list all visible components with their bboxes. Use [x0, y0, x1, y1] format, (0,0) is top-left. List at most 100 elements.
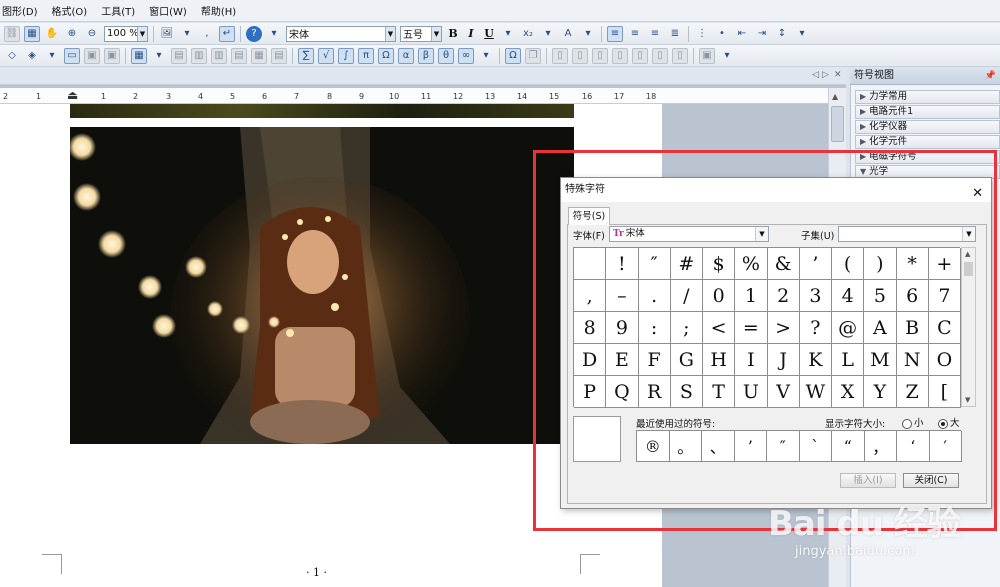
ruler-label: 18	[646, 92, 657, 101]
decrease-indent-icon[interactable]: ⇤	[734, 26, 750, 42]
arrange-icon[interactable]: ▯	[612, 47, 628, 64]
italic-button[interactable]: I	[463, 26, 479, 42]
expand-icon: ▶	[860, 137, 867, 146]
formula-icon[interactable]: √	[318, 47, 334, 64]
table-split-icon[interactable]: ▦	[251, 47, 267, 64]
ruler-label: 10	[389, 92, 400, 101]
chevron-down-icon[interactable]: ▾	[540, 26, 556, 42]
zoom-select[interactable]: 100 % ▼	[104, 25, 148, 42]
font-color-icon[interactable]: A	[560, 26, 576, 42]
copy-icon[interactable]: ❐	[525, 47, 541, 64]
menu-graphics[interactable]: 图形(D)	[2, 3, 38, 18]
chevron-down-icon[interactable]: ▾	[266, 26, 282, 42]
arrange-icon[interactable]: ▯	[632, 47, 648, 64]
chevron-down-icon[interactable]: ▾	[794, 26, 810, 42]
scroll-up-icon[interactable]: ▲	[832, 92, 838, 101]
panel-category-chem-components[interactable]: ▶ 化学元件	[855, 135, 1000, 149]
next-doc-icon[interactable]: ▷	[822, 70, 829, 80]
align-center-icon[interactable]: ≡	[627, 26, 643, 42]
font-size-select[interactable]: 五号 ▼	[400, 25, 442, 42]
pin-icon[interactable]: 📌	[985, 67, 996, 85]
insert-image-icon[interactable]: 🖼	[159, 26, 175, 42]
formula-icon[interactable]: ∞	[458, 47, 474, 64]
ruler-label: 15	[549, 92, 560, 101]
table-grid-icon[interactable]: ▦	[24, 25, 40, 42]
toolbar-separator	[240, 25, 241, 42]
menu-format[interactable]: 格式(O)	[52, 3, 88, 18]
ruler-label: 11	[421, 92, 432, 101]
shape-icon[interactable]: ◇	[4, 48, 20, 64]
arrange-icon[interactable]: ▯	[572, 47, 588, 64]
symbol-view-icon[interactable]: Ω	[505, 47, 521, 64]
panel-category-chem-instruments[interactable]: ▶ 化学仪器	[855, 120, 1000, 134]
justify-icon[interactable]: ≣	[667, 26, 683, 42]
ruler-label: 3	[166, 92, 172, 101]
align-left-icon[interactable]: ≡	[607, 25, 623, 42]
zoom-out-icon[interactable]: ⊖	[84, 26, 100, 42]
fill-bucket-icon[interactable]: ◈	[24, 48, 40, 64]
comma-icon[interactable]: ,	[199, 26, 215, 42]
frame-icon[interactable]: ▣	[84, 47, 100, 64]
table-merge-icon[interactable]: ▤	[231, 47, 247, 64]
align-right-icon[interactable]: ≡	[647, 26, 663, 42]
formula-icon[interactable]: β	[418, 47, 434, 64]
toolbar-separator	[125, 47, 126, 64]
zoom-in-icon[interactable]: ⊕	[64, 26, 80, 42]
chevron-down-icon[interactable]: ▾	[478, 48, 494, 64]
window-icon[interactable]: ▭	[64, 47, 80, 64]
arrange-icon[interactable]: ▯	[652, 47, 668, 64]
document-photo[interactable]	[70, 127, 574, 444]
formula-icon[interactable]: α	[398, 47, 414, 64]
category-label: 力学常用	[869, 91, 908, 102]
chevron-down-icon[interactable]: ▾	[500, 26, 516, 42]
chevron-down-icon[interactable]: ▾	[580, 26, 596, 42]
frame-icon[interactable]: ▣	[104, 47, 120, 64]
help-icon[interactable]: ?	[246, 25, 262, 42]
chevron-down-icon[interactable]: ▾	[179, 26, 195, 42]
bullet-list-icon[interactable]: •	[714, 26, 730, 42]
close-icon[interactable]: ✕	[834, 70, 842, 80]
formula-icon[interactable]: π	[358, 47, 374, 64]
standard-toolbar: ⛓ ▦ ✋ ⊕ ⊖ 100 % ▼ 🖼 ▾ , ↵ ? ▾ 宋体 ▼ 五号 ▼ B I…	[0, 23, 1000, 45]
link-icon[interactable]: ⛓	[4, 25, 20, 42]
menu-tools[interactable]: 工具(T)	[101, 3, 135, 18]
toolbar-separator	[153, 25, 154, 42]
increase-indent-icon[interactable]: ⇥	[754, 26, 770, 42]
paragraph-mark-icon[interactable]: ↵	[219, 25, 235, 42]
formula-icon[interactable]: ∑	[298, 47, 314, 64]
scroll-thumb[interactable]	[831, 106, 844, 142]
menu-window[interactable]: 窗口(W)	[149, 3, 187, 18]
chevron-down-icon[interactable]: ▾	[44, 48, 60, 64]
panel-category-mechanics[interactable]: ▶ 力学常用	[855, 90, 1000, 104]
table-icon[interactable]: ▦	[131, 47, 147, 64]
chevron-down-icon[interactable]: ▾	[719, 48, 735, 64]
menu-help[interactable]: 帮助(H)	[201, 3, 236, 18]
formula-icon[interactable]: θ	[438, 47, 454, 64]
formula-icon[interactable]: Ω	[378, 47, 394, 64]
indent-marker-icon[interactable]: ⏏	[67, 88, 78, 102]
panel-category-circuit[interactable]: ▶ 电路元件1	[855, 105, 1000, 119]
prev-doc-icon[interactable]: ◁	[812, 70, 819, 80]
chevron-down-icon: ▼	[431, 26, 441, 41]
formula-icon[interactable]: ∫	[338, 47, 354, 64]
table-insert-row-icon[interactable]: ▥	[191, 47, 207, 64]
line-spacing-icon[interactable]: ↕	[774, 26, 790, 42]
table-delete-icon[interactable]: ▤	[271, 47, 287, 64]
hand-icon[interactable]: ✋	[44, 26, 60, 42]
arrange-icon[interactable]: ▯	[672, 47, 688, 64]
table-edit-icon[interactable]: ▤	[171, 47, 187, 64]
ruler-label: 17	[614, 92, 625, 101]
group-icon[interactable]: ▣	[699, 47, 715, 64]
horizontal-ruler[interactable]: 2 1 ⏏ 1 2 3 4 5 6 7 8 9 10 11 12 13 14 1…	[0, 88, 830, 104]
chevron-down-icon: ▼	[385, 26, 395, 41]
chevron-down-icon[interactable]: ▾	[151, 48, 167, 64]
font-name-select[interactable]: 宋体 ▼	[286, 25, 396, 42]
bold-button[interactable]: B	[445, 26, 461, 42]
arrange-icon[interactable]: ▯	[592, 47, 608, 64]
subscript-icon[interactable]: x₂	[520, 26, 536, 42]
table-insert-col-icon[interactable]: ▥	[211, 47, 227, 64]
arrange-icon[interactable]: ▯	[552, 47, 568, 64]
toolbar-separator	[693, 47, 694, 64]
underline-button[interactable]: U	[481, 26, 497, 42]
numbered-list-icon[interactable]: ⋮	[694, 26, 710, 42]
